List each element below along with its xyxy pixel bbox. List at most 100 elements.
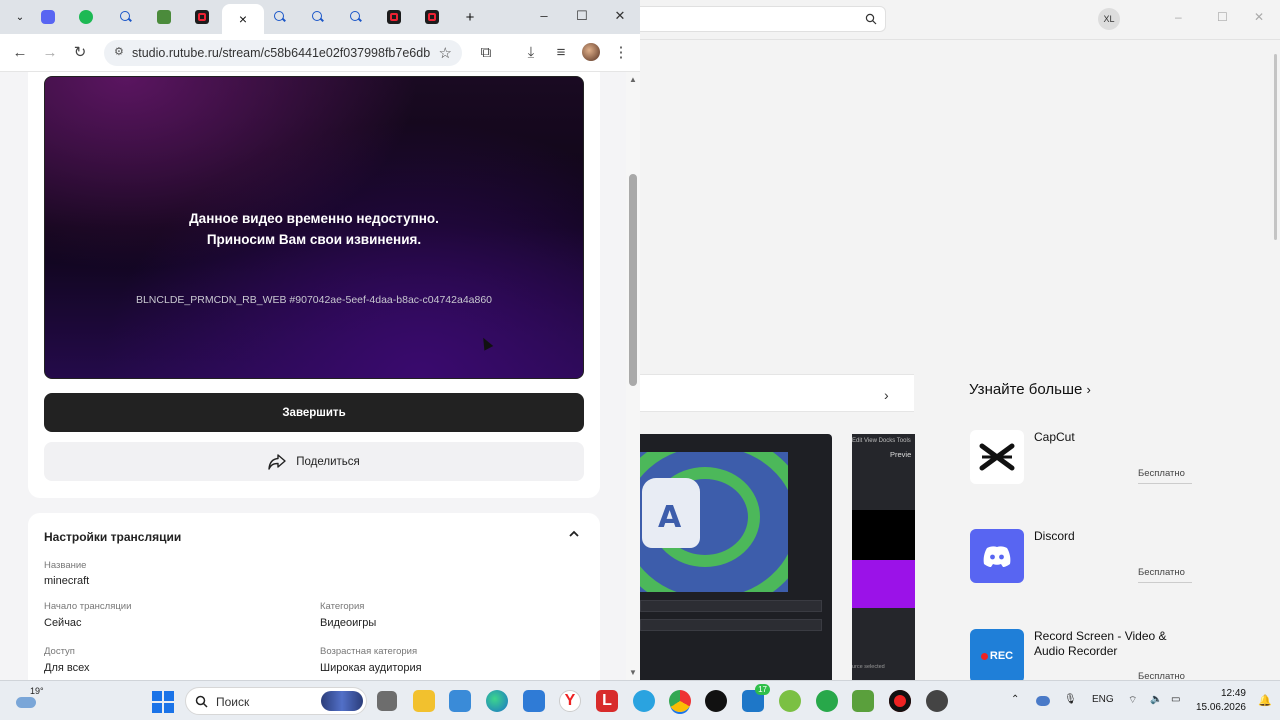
account-avatar[interactable]: XL — [1098, 8, 1120, 30]
task-view-icon[interactable] — [377, 691, 397, 711]
discord-icon — [970, 529, 1024, 583]
app-item-discord[interactable]: Discord Бесплатно — [970, 529, 1192, 609]
yandex-browser-icon[interactable]: Y — [559, 690, 581, 712]
store-scrollbar[interactable] — [1274, 54, 1277, 240]
share-icon — [268, 453, 286, 470]
notifications-icon[interactable]: 🔔 — [1258, 694, 1272, 707]
cloud-sync-icon[interactable] — [1036, 696, 1050, 706]
app-screenshot-2[interactable]: Edit View Docks Tools Previe urce select… — [852, 434, 915, 680]
field-value-access: Для всех — [44, 662, 90, 674]
chevron-right-icon: › — [1086, 382, 1091, 397]
download-icon[interactable]: ⤓ — [521, 43, 541, 63]
screenshots-header[interactable]: › — [640, 374, 914, 412]
mail-icon[interactable]: 17 — [742, 684, 770, 712]
rutube-icon — [387, 10, 401, 24]
search-icon — [274, 11, 286, 23]
store-window: XL – ☐ ✕ › A Edit View Docks Tools Previ… — [640, 0, 1280, 683]
obs-record-icon[interactable] — [889, 690, 911, 712]
address-bar[interactable]: ⚙ studio.rutube.ru/stream/c58b6441e02f03… — [104, 40, 462, 66]
site-settings-icon[interactable]: ⚙ — [114, 46, 126, 58]
tab-search-4[interactable] — [338, 6, 374, 28]
forward-arrow-icon[interactable]: → — [40, 43, 60, 63]
close-icon[interactable]: × — [239, 11, 247, 27]
store-icon[interactable] — [449, 690, 471, 712]
microphone-icon[interactable]: 🎙 — [1064, 694, 1077, 705]
app-price: Бесплатно — [1138, 671, 1185, 680]
tab-discord[interactable] — [30, 6, 66, 28]
green-app-icon[interactable] — [816, 690, 838, 712]
tab-search-1[interactable] — [108, 6, 144, 28]
learn-more-link[interactable]: Узнайте больше › — [969, 381, 1091, 398]
profile-avatar[interactable] — [582, 43, 600, 61]
tab-green-app[interactable] — [68, 6, 104, 28]
scroll-up-arrow-icon[interactable]: ▲ — [629, 75, 637, 84]
scrollbar-thumb[interactable] — [629, 174, 637, 386]
scroll-down-arrow-icon[interactable]: ▼ — [629, 668, 637, 677]
share-button[interactable]: Поделиться — [44, 442, 584, 481]
new-tab-button[interactable]: + — [452, 6, 488, 28]
field-label-access: Доступ — [44, 646, 75, 657]
menu-dots-icon[interactable]: ⋮ — [611, 43, 631, 63]
wifi-icon[interactable]: ⌔ — [1128, 694, 1137, 707]
minecraft-icon[interactable] — [852, 690, 874, 712]
extensions-icon[interactable]: ⧉ — [476, 43, 496, 63]
maximize-button[interactable]: ☐ — [573, 8, 591, 24]
utorrent-icon[interactable] — [779, 690, 801, 712]
photos-icon[interactable] — [523, 690, 545, 712]
store-search-input[interactable] — [640, 6, 886, 32]
search-icon[interactable] — [865, 13, 877, 25]
close-window-button[interactable]: ✕ — [611, 8, 629, 24]
rutube-icon — [195, 10, 209, 24]
cloud-icon — [16, 697, 36, 708]
learn-more-label: Узнайте больше — [969, 381, 1083, 398]
finish-stream-button[interactable]: Завершить — [44, 393, 584, 432]
store-close-button[interactable]: ✕ — [1254, 10, 1264, 24]
volume-icon[interactable]: 🔈 — [1150, 694, 1162, 705]
apology-message: Приносим Вам свои извинения. — [206, 232, 422, 247]
tab-active[interactable]: × — [222, 4, 264, 34]
field-label-title: Название — [44, 560, 87, 571]
tab-rutube-3[interactable] — [414, 6, 450, 28]
screenshot-preview-label: Previe — [890, 450, 912, 459]
obs-icon[interactable] — [926, 690, 948, 712]
video-player[interactable]: Данное видео временно недоступно. Принос… — [44, 76, 584, 379]
app-screenshot-1[interactable]: A — [640, 434, 832, 680]
tab-rutube-2[interactable] — [376, 6, 412, 28]
edge-icon[interactable] — [486, 690, 508, 712]
url-text[interactable]: studio.rutube.ru/stream/c58b6441e02f0379… — [132, 46, 430, 60]
bookmark-star-icon[interactable]: ☆ — [439, 44, 452, 62]
store-minimize-button[interactable]: – — [1175, 10, 1182, 24]
tiktok-icon[interactable] — [705, 690, 727, 712]
tab-minecraft[interactable] — [146, 6, 182, 28]
capcut-icon — [970, 430, 1024, 484]
file-explorer-icon[interactable] — [413, 690, 435, 712]
tab-rutube-1[interactable] — [184, 6, 220, 28]
clock-date: 15.06.2026 — [1195, 702, 1246, 713]
chevron-up-icon[interactable] — [568, 528, 580, 540]
reload-icon[interactable]: ↻ — [70, 43, 90, 63]
field-label-start: Начало трансляции — [44, 601, 132, 612]
minimize-button[interactable]: – — [535, 8, 553, 23]
app-item-capcut[interactable]: CapCut Бесплатно — [970, 430, 1192, 510]
screenshot-artwork: A — [640, 452, 788, 592]
page-scrollbar[interactable]: ▲ ▼ — [626, 72, 640, 680]
chrome-icon[interactable] — [669, 690, 691, 712]
finish-label: Завершить — [282, 406, 346, 419]
language-indicator[interactable]: ENG — [1092, 694, 1114, 705]
media-controls-icon[interactable]: ≡ — [551, 43, 571, 63]
chevron-right-icon[interactable]: › — [884, 387, 889, 403]
store-maximize-button[interactable]: ☐ — [1217, 10, 1228, 24]
taskbar-search-input[interactable]: Поиск — [185, 687, 367, 715]
battery-icon[interactable]: ▭ — [1171, 694, 1180, 705]
tab-search-3[interactable] — [300, 6, 336, 28]
rutube-icon — [425, 10, 439, 24]
telegram-icon[interactable] — [633, 690, 655, 712]
back-arrow-icon[interactable]: ← — [10, 43, 30, 63]
start-menu-icon[interactable] — [152, 691, 174, 713]
chevron-up-icon[interactable]: ⌃ — [1011, 694, 1019, 705]
clock[interactable]: 12:49 15.06.2026 — [1194, 687, 1246, 715]
share-label: Поделиться — [296, 455, 360, 468]
tab-search-2[interactable] — [262, 6, 298, 28]
l-app-icon[interactable]: L — [596, 690, 618, 712]
divider — [1138, 483, 1192, 484]
